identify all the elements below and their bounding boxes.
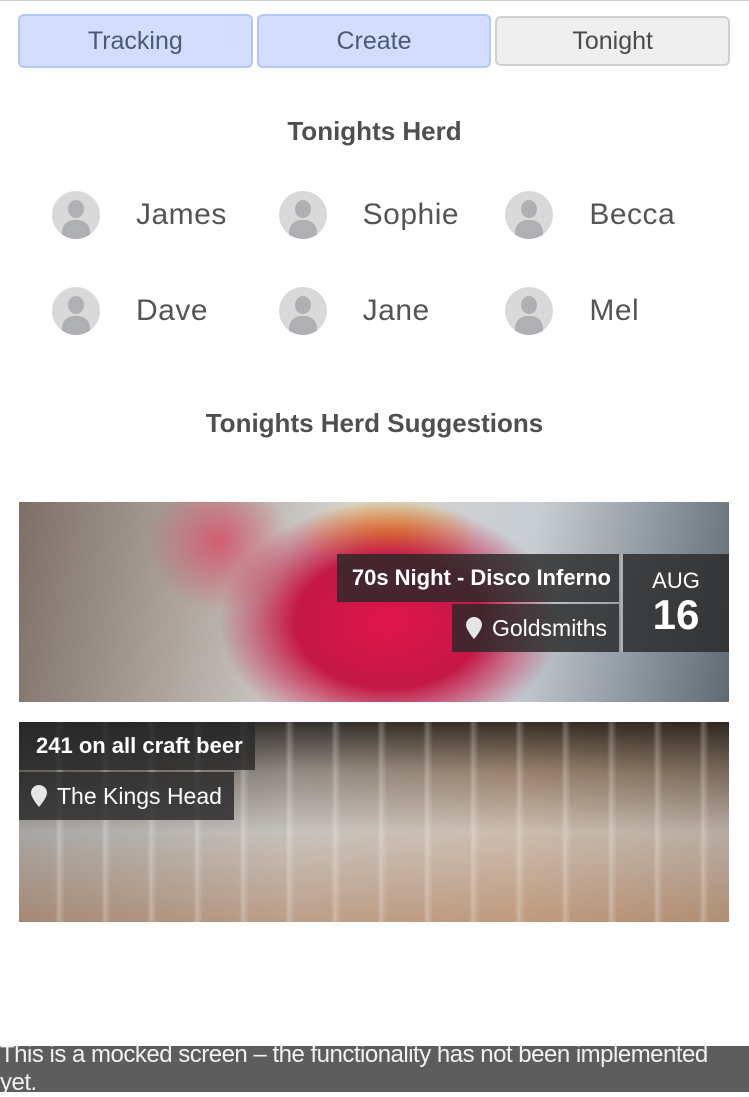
member-name: Mel: [589, 294, 640, 327]
event-card[interactable]: 70s Night - Disco Inferno Goldsmiths AUG…: [19, 502, 729, 702]
herd-member[interactable]: Sophie: [278, 190, 506, 240]
event-card[interactable]: 241 on all craft beer The Kings Head: [19, 722, 729, 922]
event-date: AUG 16: [621, 554, 729, 652]
tab-tracking[interactable]: Tracking: [18, 14, 253, 68]
venue-label: Goldsmiths: [491, 614, 607, 641]
map-pin-icon: [31, 785, 47, 807]
venue-label: The Kings Head: [57, 782, 222, 809]
map-pin-icon: [465, 617, 482, 639]
event-venue: Goldsmiths: [451, 604, 619, 652]
herd-title: Tonights Herd: [287, 116, 462, 146]
avatar-icon: [52, 191, 100, 239]
member-name: Sophie: [362, 198, 460, 231]
herd-member[interactable]: Jane: [278, 286, 506, 336]
avatar-icon: [278, 287, 327, 335]
avatar-icon: [505, 191, 554, 239]
avatar-icon: [52, 287, 100, 335]
event-venue: The Kings Head: [19, 772, 234, 820]
avatar-icon: [505, 287, 554, 335]
herd-member[interactable]: James: [52, 190, 279, 240]
mock-notice-banner: This is a mocked screen – the functional…: [0, 1041, 749, 1096]
event-title: 70s Night - Disco Inferno: [336, 554, 619, 602]
tab-tonight[interactable]: Tonight: [495, 16, 731, 66]
event-title: 241 on all craft beer: [19, 722, 255, 770]
herd-member[interactable]: Dave: [52, 286, 279, 336]
member-name: Jane: [362, 294, 430, 327]
herd-member[interactable]: Mel: [505, 286, 732, 336]
member-name: James: [136, 198, 227, 231]
member-name: Becca: [589, 198, 676, 231]
tab-create[interactable]: Create: [256, 14, 492, 68]
suggestions-title: Tonights Herd Suggestions: [205, 408, 544, 438]
date-day: 16: [652, 591, 700, 638]
herd-grid: James Sophie Becca Dave Jane Mel: [52, 190, 732, 382]
top-divider: [0, 0, 749, 1]
segmented-tabs: Tracking Create Tonight: [18, 14, 731, 68]
member-name: Dave: [136, 294, 209, 327]
herd-member[interactable]: Becca: [505, 190, 732, 240]
avatar-icon: [278, 191, 327, 239]
